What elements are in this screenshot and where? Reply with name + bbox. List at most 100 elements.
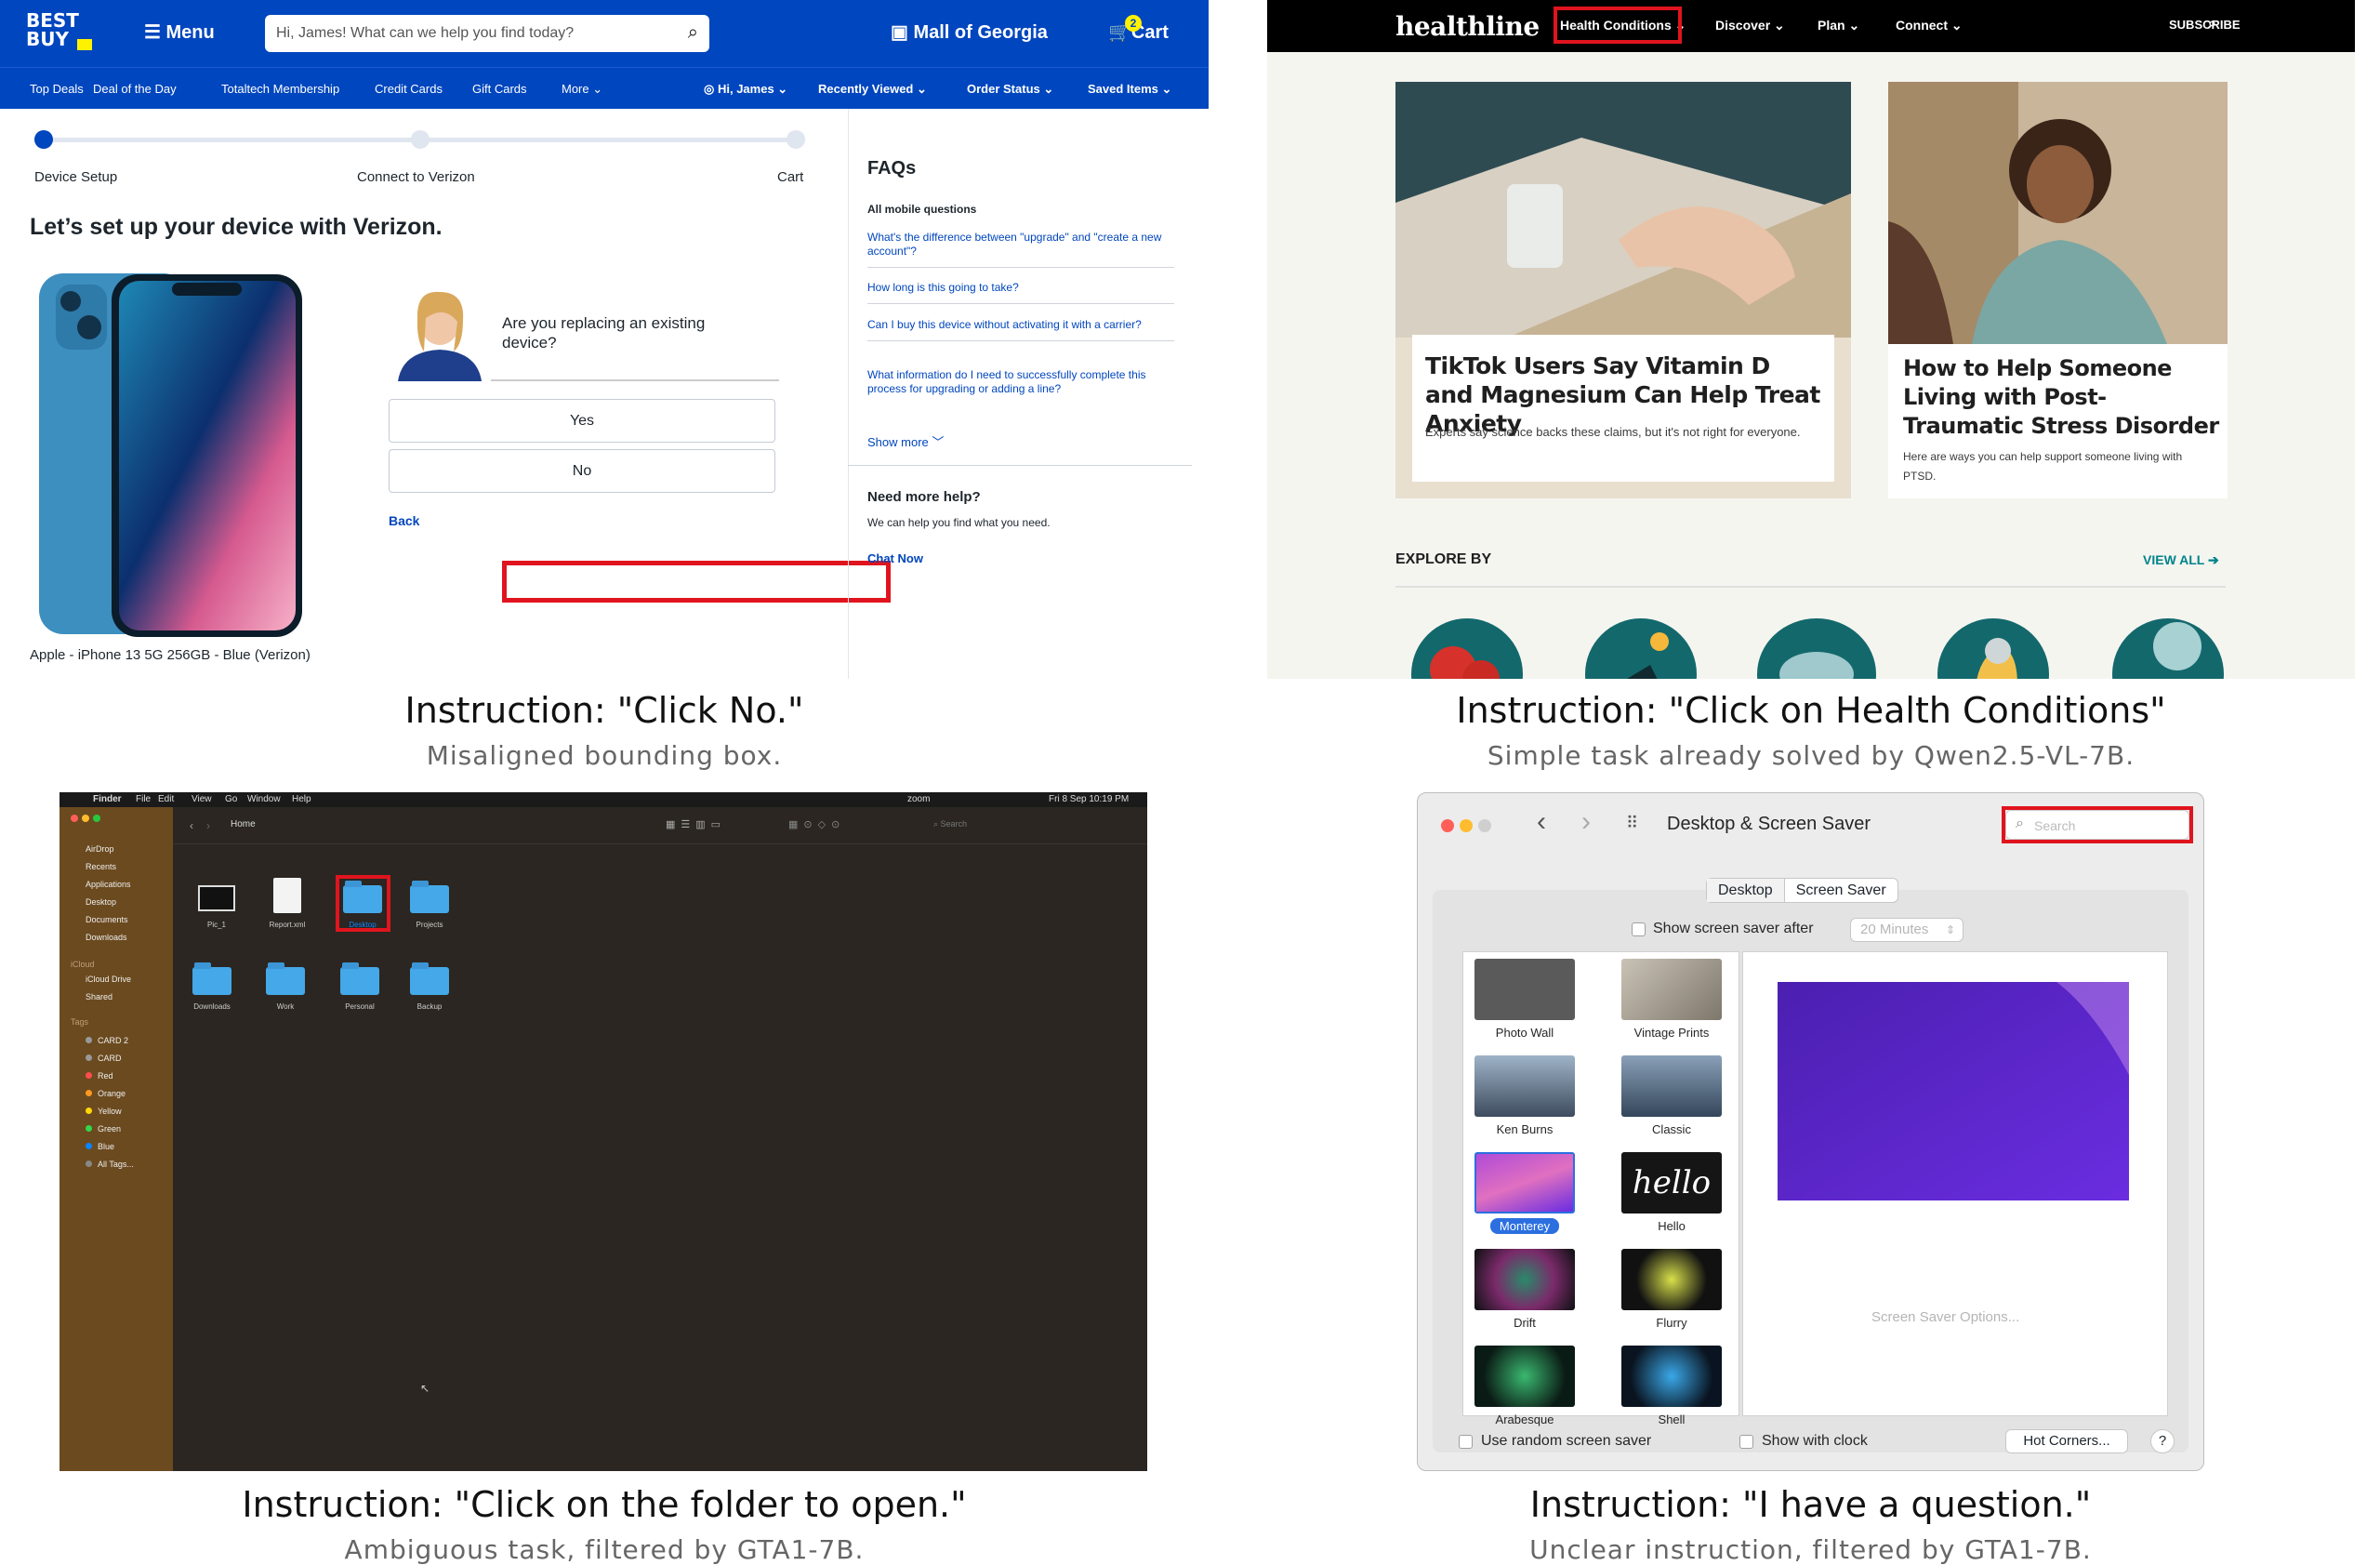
- explore-category-icon[interactable]: [2112, 618, 2224, 679]
- nav-connect[interactable]: Connect ⌄: [1896, 18, 1963, 33]
- sidebar-item-icloud-drive[interactable]: iCloud Drive: [86, 975, 131, 984]
- folder-personal[interactable]: Personal: [337, 962, 383, 1011]
- screensaver-option[interactable]: Vintage Prints: [1620, 959, 1723, 1040]
- zoom-status[interactable]: zoom: [907, 792, 930, 807]
- sidebar-tag[interactable]: Green: [86, 1124, 121, 1134]
- faq-link[interactable]: What's the difference between "upgrade" …: [867, 231, 1174, 268]
- explore-category-icon[interactable]: [1937, 618, 2049, 679]
- screensaver-option[interactable]: Shell: [1620, 1346, 1723, 1426]
- sidebar-tag[interactable]: CARD: [86, 1054, 122, 1063]
- minutes-select[interactable]: 20 Minutes ⇕: [1850, 918, 1964, 942]
- screensaver-options-button[interactable]: Screen Saver Options...: [1871, 1309, 2019, 1325]
- sidebar-tag[interactable]: Yellow: [86, 1107, 122, 1116]
- explore-category-icon[interactable]: [1411, 618, 1523, 679]
- search-field[interactable]: ⌕ Search: [933, 819, 967, 829]
- close-button[interactable]: [71, 815, 78, 822]
- clock-checkbox[interactable]: [1739, 1435, 1753, 1449]
- sidebar-tag[interactable]: Blue: [86, 1142, 114, 1151]
- nav-credit-cards[interactable]: Credit Cards: [375, 82, 443, 96]
- screensaver-option[interactable]: Classic: [1620, 1055, 1723, 1136]
- zoom-button[interactable]: [1478, 819, 1491, 832]
- back-icon[interactable]: ‹: [1537, 806, 1546, 838]
- toolbar-action-icons[interactable]: ▦⊙◇⊙: [788, 818, 845, 830]
- sidebar-tag[interactable]: CARD 2: [86, 1036, 128, 1045]
- folder-backup[interactable]: Backup: [406, 962, 453, 1011]
- sidebar-item-downloads[interactable]: Downloads: [86, 933, 127, 942]
- sidebar-item-shared[interactable]: Shared: [86, 992, 112, 1001]
- screensaver-option[interactable]: Drift: [1474, 1249, 1576, 1330]
- search-icon[interactable]: ⌕: [688, 22, 698, 44]
- faq-link[interactable]: How long is this going to take?: [867, 281, 1174, 304]
- chat-now-link[interactable]: Chat Now: [867, 551, 923, 565]
- nav-recently-viewed[interactable]: Recently Viewed ⌄: [818, 82, 927, 97]
- article-title[interactable]: How to Help Someone Living with Post-Tra…: [1903, 354, 2219, 441]
- screensaver-option[interactable]: Arabesque: [1474, 1346, 1576, 1426]
- faq-link[interactable]: Can I buy this device without activating…: [867, 318, 1174, 341]
- close-button[interactable]: [1441, 819, 1454, 832]
- file-pic[interactable]: Pic_1: [193, 885, 240, 929]
- forward-icon[interactable]: ›: [206, 819, 210, 832]
- nav-order-status[interactable]: Order Status ⌄: [967, 82, 1053, 97]
- sidebar-item-airdrop[interactable]: AirDrop: [86, 844, 114, 854]
- show-more-link[interactable]: Show more ﹀: [867, 432, 944, 450]
- sidebar-tag[interactable]: All Tags...: [86, 1160, 134, 1169]
- screensaver-option[interactable]: Ken Burns: [1474, 1055, 1576, 1136]
- forward-icon[interactable]: ›: [1581, 806, 1591, 838]
- screensaver-option[interactable]: Monterey: [1474, 1152, 1576, 1234]
- search-icon[interactable]: ⌕: [2208, 16, 2216, 33]
- menu-button[interactable]: ☰ Menu: [144, 20, 215, 44]
- bestbuy-logo[interactable]: BEST BUY: [26, 11, 92, 56]
- back-icon[interactable]: ‹: [190, 819, 193, 832]
- minimize-button[interactable]: [1460, 819, 1473, 832]
- folder-downloads[interactable]: Downloads: [189, 962, 235, 1011]
- article-card[interactable]: TikTok Users Say Vitamin D and Magnesium…: [1395, 82, 1851, 498]
- folder-projects[interactable]: Projects: [406, 881, 453, 929]
- menu-edit[interactable]: Edit: [158, 792, 174, 807]
- nav-account[interactable]: ◎ Hi, James ⌄: [704, 82, 787, 97]
- menu-go[interactable]: Go: [225, 792, 237, 807]
- nav-plan[interactable]: Plan ⌄: [1818, 18, 1859, 33]
- back-link[interactable]: Back: [389, 513, 419, 528]
- faq-link[interactable]: What information do I need to successful…: [867, 368, 1174, 405]
- nav-saved-items[interactable]: Saved Items ⌄: [1088, 82, 1171, 97]
- random-checkbox[interactable]: [1459, 1435, 1473, 1449]
- file-report[interactable]: Report.xml: [264, 878, 311, 929]
- sidebar-tag[interactable]: Red: [86, 1071, 113, 1081]
- menu-view[interactable]: View: [192, 792, 212, 807]
- store-link[interactable]: ▣ Mall of Georgia: [891, 20, 1048, 44]
- sidebar-item-documents[interactable]: Documents: [86, 915, 128, 924]
- yes-button[interactable]: Yes: [389, 399, 775, 443]
- nav-totaltech[interactable]: Totaltech Membership: [221, 82, 339, 96]
- sidebar-item-recents[interactable]: Recents: [86, 862, 116, 871]
- nav-deal-of-the-day[interactable]: Deal of the Day: [93, 82, 177, 96]
- menu-finder[interactable]: Finder: [93, 792, 122, 807]
- nav-discover[interactable]: Discover ⌄: [1715, 18, 1785, 33]
- nav-more[interactable]: More ⌄: [562, 82, 602, 97]
- sidebar-item-applications[interactable]: Applications: [86, 880, 131, 889]
- healthline-logo[interactable]: healthline: [1395, 11, 1540, 42]
- view-mode-icons[interactable]: ▦☰▥▭: [666, 818, 726, 830]
- explore-category-icon[interactable]: [1757, 618, 1876, 679]
- menu-window[interactable]: Window: [247, 792, 281, 807]
- tab-desktop[interactable]: Desktop: [1707, 879, 1785, 902]
- folder-work[interactable]: Work: [262, 962, 309, 1011]
- search-input[interactable]: Hi, James! What can we help you find tod…: [265, 15, 709, 52]
- view-all-link[interactable]: VIEW ALL ➔: [2143, 552, 2219, 568]
- help-button[interactable]: ?: [2150, 1429, 2175, 1453]
- screensaver-option[interactable]: Photo Wall: [1474, 959, 1576, 1040]
- grid-icon[interactable]: ⠿: [1626, 814, 1638, 833]
- nav-top-deals[interactable]: Top Deals: [30, 82, 84, 96]
- screensaver-option[interactable]: hello Hello: [1620, 1152, 1723, 1233]
- nav-gift-cards[interactable]: Gift Cards: [472, 82, 527, 96]
- article-card[interactable]: How to Help Someone Living with Post-Tra…: [1888, 82, 2228, 498]
- no-button[interactable]: No: [389, 449, 775, 493]
- zoom-button[interactable]: [93, 815, 100, 822]
- menu-help[interactable]: Help: [292, 792, 311, 807]
- explore-category-icon[interactable]: [1585, 618, 1697, 679]
- sidebar-item-desktop[interactable]: Desktop: [86, 897, 116, 907]
- tab-screen-saver[interactable]: Screen Saver: [1785, 879, 1897, 902]
- minimize-button[interactable]: [82, 815, 89, 822]
- subscribe-link[interactable]: SUBSCRIBE: [2169, 18, 2241, 32]
- show-after-checkbox[interactable]: [1632, 922, 1646, 936]
- sidebar-tag[interactable]: Orange: [86, 1089, 126, 1098]
